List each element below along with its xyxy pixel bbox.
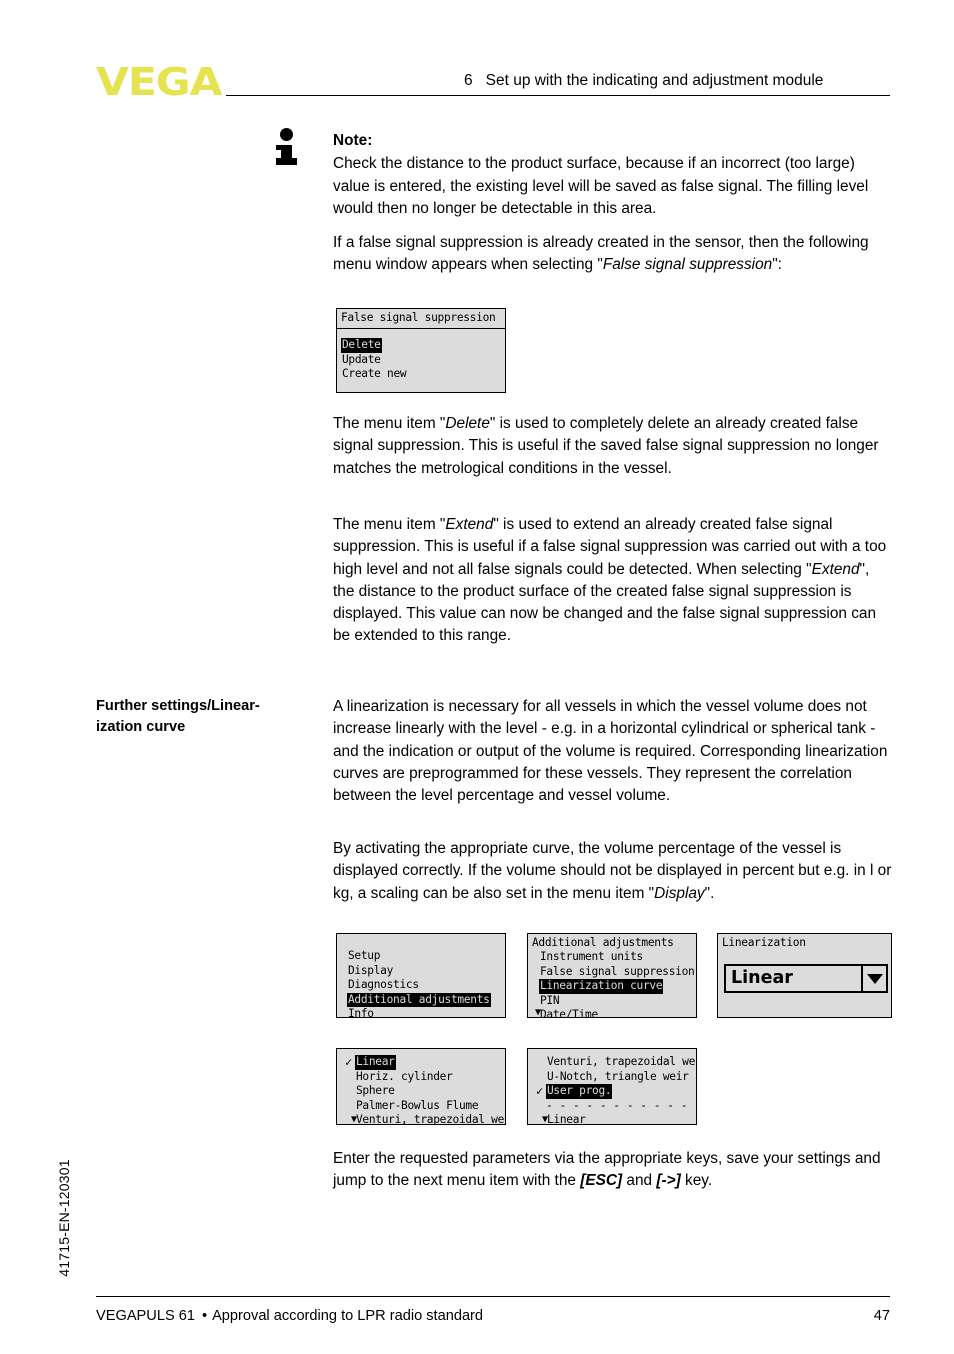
scroll-down-icon[interactable]: ▼ <box>535 1008 541 1018</box>
page-header: VEGA 6 Set up with the indicating and adj… <box>0 0 954 104</box>
lcd-menu-item[interactable]: Diagnostics <box>347 978 491 993</box>
dropdown-selected-value: Linear <box>731 968 793 989</box>
lcd-title: False signal suppression <box>341 311 496 324</box>
lcd-menu-list: Venturi, trapezoidal weir U-Notch, trian… <box>536 1055 696 1124</box>
lcd-menu-item[interactable]: Palmer-Bowlus Flume <box>355 1099 505 1114</box>
lcd-menu-item[interactable]: Venturi, trapezoidal weir <box>546 1055 696 1070</box>
footer-text: VEGAPULS 61 • Approval according to LPR ra… <box>96 1308 483 1324</box>
checkmark-icon: ✓ <box>345 1055 352 1069</box>
lcd-menu-list: Instrument units False signal suppressio… <box>539 950 695 1017</box>
lcd-title: Additional adjustments <box>532 936 674 949</box>
margin-heading-line2: ization curve <box>96 719 186 735</box>
lcd-menu-item[interactable]: Instrument units <box>539 950 695 965</box>
note-text: Check the distance to the product surfac… <box>333 155 869 217</box>
lcd-main-menu: Setup Display Diagnostics Additional adj… <box>336 933 506 1018</box>
paragraph-intro: If a false signal suppression is already… <box>333 234 869 274</box>
paragraph-activate-curve: By activating the appropriate curve, the… <box>333 840 892 902</box>
scroll-down-icon[interactable]: ▼ <box>542 1115 548 1125</box>
header-divider <box>226 95 890 96</box>
lcd-linearization: Linearization Linear <box>717 933 892 1018</box>
lcd-menu-item[interactable]: Date/Time <box>539 1008 695 1017</box>
lcd-false-signal-suppression: False signal suppression Delete Update C… <box>336 308 506 393</box>
lcd-menu-item[interactable]: Linear <box>546 1113 696 1124</box>
chevron-down-icon[interactable] <box>861 966 886 991</box>
lcd-menu-list: Setup Display Diagnostics Additional adj… <box>347 949 491 1017</box>
lcd-separator: - - - - - - - - - - - - - - - - - - - - <box>546 1098 696 1112</box>
lcd-menu-list: Delete Update Create new <box>341 338 407 382</box>
chapter-number: 6 <box>464 72 473 89</box>
lcd-menu-item[interactable]: Update <box>341 353 407 368</box>
chapter-heading: 6 Set up with the indicating and adjustme… <box>464 72 823 90</box>
lcd-title-divider <box>337 328 505 329</box>
menu-ref-display: Display <box>654 884 705 902</box>
chapter-title: Set up with the indicating and adjustmen… <box>485 72 824 89</box>
lcd-additional-adjustments: Additional adjustments Instrument units … <box>527 933 697 1018</box>
footer-product: VEGAPULS 61 <box>96 1308 195 1324</box>
menu-ref-extend-1: Extend <box>445 516 494 533</box>
document-number: 41715-EN-120301 <box>56 1159 72 1277</box>
info-icon <box>276 128 298 172</box>
lcd-menu-item[interactable]: Linearization curve <box>539 979 695 994</box>
menu-ref-extend-2: Extend <box>811 560 860 578</box>
footer-divider <box>96 1296 890 1297</box>
vega-logo: VEGA <box>96 60 223 104</box>
linearization-dropdown[interactable]: Linear <box>724 964 888 993</box>
paragraph-linearization-intro: A linearization is necessary for all ves… <box>333 698 888 805</box>
paragraph-delete: The menu item "Delete" is used to comple… <box>333 415 879 477</box>
lcd-menu-item[interactable]: Venturi, trapezoidal weir <box>355 1113 505 1124</box>
lcd-menu-item[interactable]: Display <box>347 964 491 979</box>
lcd-menu-item[interactable]: U-Notch, triangle weir <box>546 1070 696 1085</box>
info-icon-dot <box>280 128 293 141</box>
lcd-menu-item[interactable]: ✓ User prog. <box>536 1084 696 1099</box>
key-right-arrow: [->] <box>656 1172 681 1190</box>
lcd-menu-list: ✓ Linear Horiz. cylinder Sphere Palmer-Bo… <box>345 1055 505 1124</box>
lcd-menu-item[interactable]: Horiz. cylinder <box>355 1070 505 1085</box>
lcd-curve-list-page2: Venturi, trapezoidal weir U-Notch, trian… <box>527 1048 697 1125</box>
lcd-menu-item[interactable]: Delete <box>341 338 407 353</box>
info-icon-base <box>276 158 297 165</box>
lcd-title: Linearization <box>722 936 806 949</box>
paragraph-extend: The menu item "Extend" is used to extend… <box>333 516 887 645</box>
paragraph-closing: Enter the requested parameters via the a… <box>333 1150 881 1190</box>
lcd-curve-list-page1: ✓ Linear Horiz. cylinder Sphere Palmer-Bo… <box>336 1048 506 1125</box>
menu-ref-false-signal: False signal suppression <box>602 256 773 274</box>
info-icon-serif <box>276 145 282 150</box>
lcd-menu-item[interactable]: Create new <box>341 367 407 382</box>
page-number: 47 <box>873 1308 890 1324</box>
menu-ref-delete: Delete <box>445 415 490 432</box>
margin-heading-line1: Further settings/Linear- <box>96 698 260 714</box>
footer-subtitle: Approval according to LPR radio standard <box>212 1308 484 1324</box>
margin-heading-linearization: Further settings/Linear- ization curve <box>96 696 311 738</box>
footer-bullet: • <box>201 1308 208 1324</box>
scroll-down-icon[interactable]: ▼ <box>351 1115 357 1125</box>
lcd-menu-item[interactable]: Info <box>347 1007 491 1017</box>
lcd-menu-item[interactable]: Additional adjustments <box>347 992 491 1008</box>
lcd-menu-item[interactable]: PIN <box>539 994 695 1009</box>
lcd-menu-item[interactable]: Sphere <box>355 1084 505 1099</box>
lcd-menu-item[interactable]: Setup <box>347 949 491 964</box>
checkmark-icon: ✓ <box>536 1084 543 1099</box>
lcd-menu-item[interactable]: False signal suppression <box>539 965 695 980</box>
lcd-menu-item[interactable]: ✓ Linear <box>345 1055 505 1070</box>
key-esc: [ESC] <box>580 1172 623 1190</box>
note-title: Note: <box>333 132 373 149</box>
